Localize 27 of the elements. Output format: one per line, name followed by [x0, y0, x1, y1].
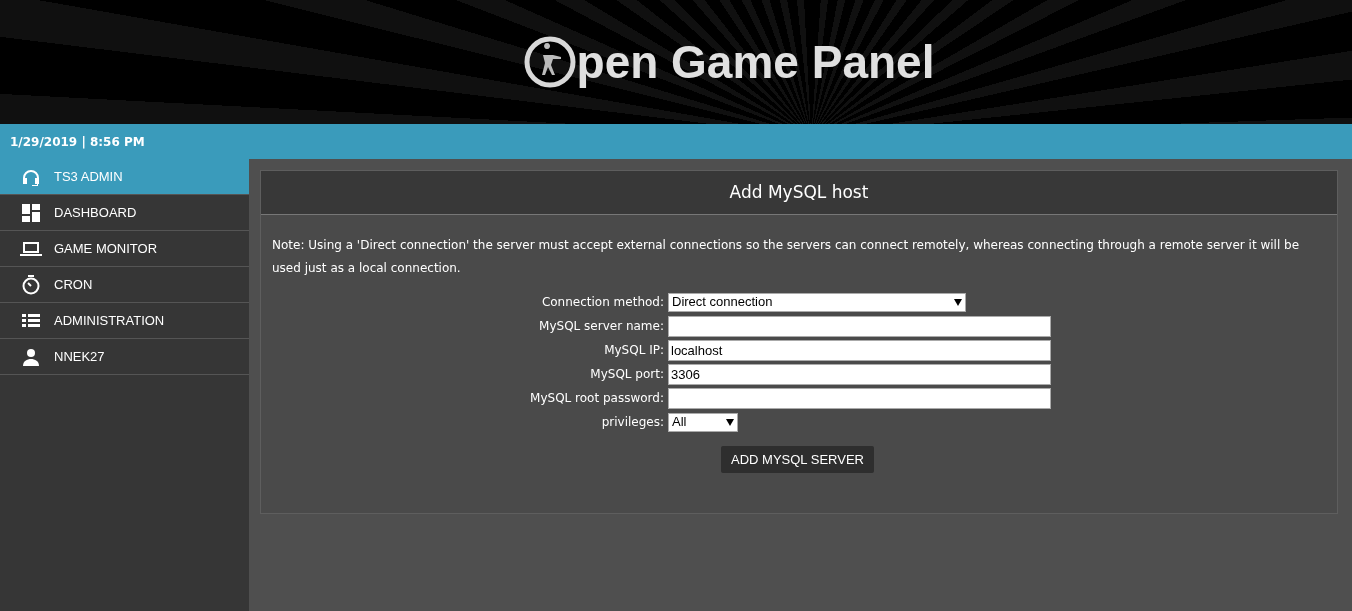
sidebar-item[interactable]: GAME MONITOR	[0, 231, 249, 267]
dropdown[interactable]: Direct connection	[668, 292, 966, 312]
soldier-ring-logo-icon	[522, 35, 577, 89]
input-field[interactable]	[668, 315, 1051, 337]
dropdown[interactable]: All	[668, 412, 738, 432]
field-label: MySQL server name:	[538, 318, 665, 335]
timer-icon	[20, 273, 42, 296]
field-label: privileges:	[600, 414, 665, 431]
dashboard-icon	[20, 201, 42, 224]
sidebar-item[interactable]: ADMINISTRATION	[0, 303, 249, 339]
date-time: 1/29/2019 | 8:56 PM	[10, 133, 145, 151]
logo-text: pen Game Panel	[576, 34, 935, 90]
field-label: Connection method:	[540, 294, 665, 311]
note-text: Note: Using a 'Direct connection' the server must accept external connections so the servers can connect remotely, whereas connecting through a remote server it will be used just as a local connection.	[271, 237, 1301, 277]
sidebar-item[interactable]: NNEK27	[0, 339, 249, 375]
sidebar-item[interactable]: DASHBOARD	[0, 195, 249, 231]
caret-icon	[954, 298, 962, 306]
field-label: MySQL root password:	[529, 390, 665, 407]
input-field[interactable]	[668, 387, 1051, 409]
input-field[interactable]: 3306	[668, 363, 1051, 385]
sidebar-item[interactable]: CRON	[0, 267, 249, 303]
panel-title: Add MySQL host	[729, 180, 869, 204]
add-mysql-server-button[interactable]: ADD MYSQL SERVER	[721, 446, 874, 473]
caret-icon	[726, 418, 734, 426]
input-field[interactable]: localhost	[668, 339, 1051, 361]
field-label: MySQL IP:	[603, 342, 665, 359]
field-label: MySQL port:	[589, 366, 665, 383]
